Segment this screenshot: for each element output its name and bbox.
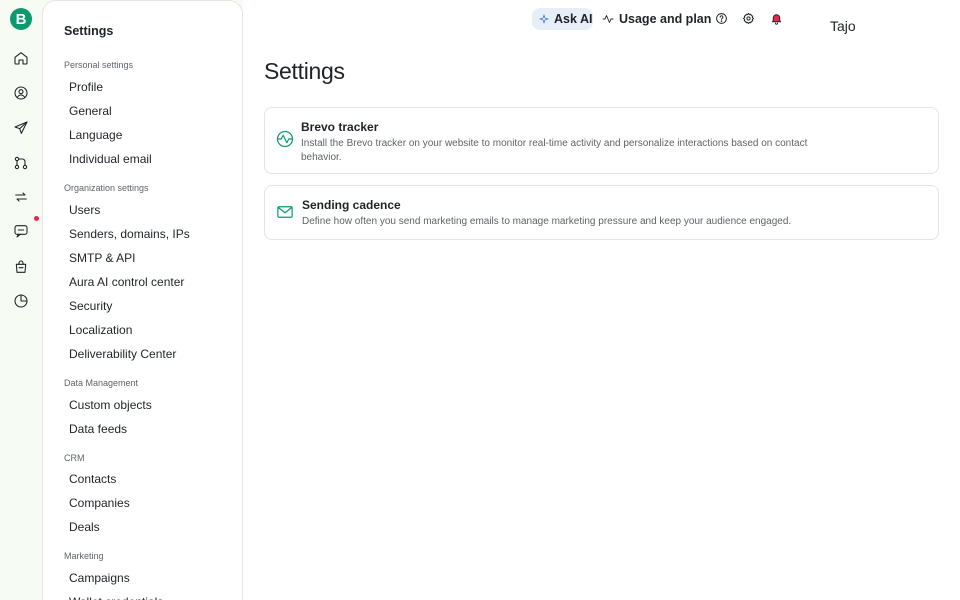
- sidebar-section-personal: Personal settings: [64, 60, 134, 70]
- sidebar-item-profile[interactable]: Profile: [69, 77, 103, 97]
- sidebar-title: Settings: [64, 24, 114, 38]
- sidebar-item-senders[interactable]: Senders, domains, IPs: [69, 224, 190, 244]
- conversations-icon[interactable]: [11, 221, 31, 241]
- envelope-icon: [276, 203, 294, 221]
- activity-icon: [276, 130, 294, 148]
- sidebar-section-crm: CRM: [64, 453, 85, 463]
- brevo-logo[interactable]: B: [10, 8, 32, 30]
- usage-and-plan-button[interactable]: Usage and plan: [602, 8, 711, 30]
- usage-label: Usage and plan: [619, 12, 712, 26]
- sidebar-item-aura-ai[interactable]: Aura AI control center: [69, 272, 184, 292]
- help-icon[interactable]: [714, 11, 728, 25]
- bell-icon[interactable]: [769, 11, 783, 25]
- pulse-icon: [602, 15, 614, 23]
- sidebar-item-security[interactable]: Security: [69, 296, 112, 316]
- sidebar-item-contacts[interactable]: Contacts: [69, 469, 116, 489]
- sidebar-item-smtp-api[interactable]: SMTP & API: [69, 248, 135, 268]
- sidebar-item-data-feeds[interactable]: Data feeds: [69, 419, 127, 439]
- automations-icon[interactable]: [11, 153, 31, 173]
- main-content: Ask AI Usage and plan Tajo Settings Brev…: [243, 0, 960, 600]
- sidebar-item-campaigns[interactable]: Campaigns: [69, 568, 130, 588]
- contacts-icon[interactable]: [11, 83, 31, 103]
- card-title: Sending cadence: [302, 198, 401, 212]
- user-name[interactable]: Tajo: [830, 18, 856, 34]
- sidebar-section-organization: Organization settings: [64, 183, 149, 193]
- sidebar-item-individual-email[interactable]: Individual email: [69, 149, 152, 169]
- sidebar-item-companies[interactable]: Companies: [69, 493, 130, 513]
- settings-sidebar: Settings Personal settings Profile Gener…: [42, 0, 243, 600]
- page-title: Settings: [264, 58, 345, 84]
- sidebar-item-deals[interactable]: Deals: [69, 517, 100, 537]
- gear-icon[interactable]: [741, 11, 755, 25]
- sidebar-item-wallet-credentials[interactable]: Wallet credentials: [69, 592, 163, 600]
- sparkle-icon: [539, 14, 549, 24]
- notification-dot: [34, 216, 39, 221]
- brevo-tracker-card[interactable]: Brevo tracker Install the Brevo tracker …: [264, 107, 939, 174]
- ask-ai-button[interactable]: Ask AI: [532, 8, 593, 30]
- campaigns-icon[interactable]: [11, 118, 31, 138]
- card-description: Define how often you send marketing emai…: [302, 216, 792, 227]
- app-rail: B: [0, 0, 42, 600]
- sidebar-item-custom-objects[interactable]: Custom objects: [69, 395, 152, 415]
- sidebar-item-general[interactable]: General: [69, 101, 112, 121]
- sidebar-section-data-management: Data Management: [64, 378, 139, 388]
- sidebar-item-deliverability[interactable]: Deliverability Center: [69, 344, 176, 364]
- card-title: Brevo tracker: [301, 120, 379, 134]
- sending-cadence-card[interactable]: Sending cadence Define how often you sen…: [264, 185, 939, 240]
- sidebar-section-marketing: Marketing: [64, 551, 104, 561]
- sidebar-item-localization[interactable]: Localization: [69, 320, 132, 340]
- sidebar-item-users[interactable]: Users: [69, 200, 100, 220]
- reports-icon[interactable]: [11, 291, 31, 311]
- sidebar-item-language[interactable]: Language: [69, 125, 122, 145]
- ask-ai-label: Ask AI: [554, 12, 593, 26]
- home-icon[interactable]: [11, 48, 31, 68]
- transactional-icon[interactable]: [11, 187, 31, 207]
- card-description: Install the Brevo tracker on your websit…: [301, 138, 808, 163]
- sales-icon[interactable]: [11, 257, 31, 277]
